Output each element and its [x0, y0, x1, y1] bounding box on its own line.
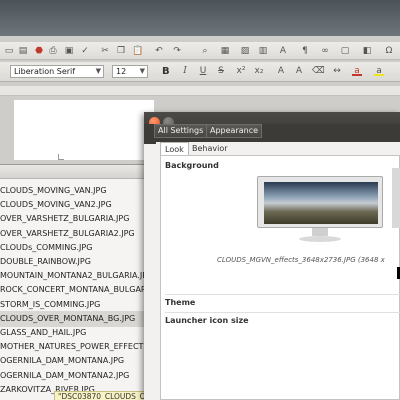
divider — [165, 312, 400, 313]
export-pdf-icon[interactable]: ⬣ — [34, 46, 44, 56]
tab-look[interactable]: Look — [160, 142, 189, 156]
settings-nav: All Settings Appearance — [144, 124, 400, 144]
monitor-stand — [312, 228, 328, 236]
outline-icon[interactable]: A — [294, 66, 304, 76]
standard-toolbar: ▭ ▤ ⬣ ⎙ ▣ ✓ ✂ ❐ 📋 ↶ ↷ ⌕ ▦ ▨ ▥ A ¶ ∞ ▢ ◧ … — [0, 42, 400, 60]
clear-format-icon[interactable]: ⌫ — [312, 66, 325, 76]
new-document-icon[interactable]: ▭ — [4, 46, 14, 56]
print-preview-icon[interactable]: ▣ — [64, 46, 74, 56]
undo-icon[interactable]: ↶ — [154, 46, 164, 56]
underline-icon[interactable]: U — [198, 66, 208, 76]
background-label: Background — [165, 161, 219, 170]
launcher-icon-size-label: Launcher icon size — [165, 316, 249, 325]
comment-icon[interactable]: ▢ — [340, 46, 350, 56]
highlight-icon[interactable]: a — [374, 66, 384, 76]
paste-icon[interactable]: 📋 — [132, 46, 143, 56]
chart-icon[interactable]: ▥ — [258, 46, 268, 56]
appearance-dialog: All Settings Appearance Look Behavior Ba… — [144, 112, 400, 400]
superscript-icon[interactable]: x² — [236, 66, 246, 76]
font-size-value: 12 — [116, 67, 127, 76]
chevron-down-icon[interactable]: ▼ — [140, 66, 145, 77]
monitor-icon — [257, 176, 383, 228]
monitor-base — [299, 236, 341, 242]
all-settings-button[interactable]: All Settings — [154, 124, 208, 138]
table-icon[interactable]: ▦ — [220, 46, 230, 56]
italic-icon[interactable]: I — [180, 66, 190, 76]
shadow-icon[interactable]: A — [276, 66, 286, 76]
font-color-icon[interactable]: a — [352, 66, 362, 76]
font-name-combo[interactable]: Liberation Serif ▼ — [10, 65, 104, 78]
tab-behavior[interactable]: Behavior — [188, 142, 232, 156]
look-panel: Background CLOUDS_MGVN_effects_3648x2736… — [160, 155, 400, 400]
font-name-value: Liberation Serif — [14, 67, 76, 76]
dialog-body: Look Behavior Background CLOUDS_MGVN_eff… — [156, 142, 400, 400]
wallpaper-preview — [257, 176, 383, 246]
pilcrow-icon[interactable]: ¶ — [300, 46, 310, 56]
spellcheck-icon[interactable]: ✓ — [80, 46, 90, 56]
divider — [165, 294, 400, 295]
font-size-combo[interactable]: 12 ▼ — [112, 65, 148, 78]
find-icon[interactable]: ⌕ — [200, 46, 210, 56]
document-page[interactable] — [14, 100, 154, 160]
strikethrough-icon[interactable]: S — [216, 66, 226, 76]
open-icon[interactable]: ▤ — [18, 46, 28, 56]
ruler — [0, 86, 400, 96]
textbox-icon[interactable]: A — [278, 46, 288, 56]
print-icon[interactable]: ⎙ — [48, 46, 58, 56]
redo-icon[interactable]: ↷ — [172, 46, 182, 56]
cut-icon[interactable]: ✂ — [100, 46, 110, 56]
subscript-icon[interactable]: x₂ — [254, 66, 264, 76]
copy-icon[interactable]: ❐ — [116, 46, 126, 56]
image-icon[interactable]: ▨ — [240, 46, 250, 56]
chevron-down-icon[interactable]: ▼ — [96, 66, 101, 77]
window-edge — [392, 168, 400, 228]
appearance-button[interactable]: Appearance — [206, 124, 263, 138]
wallpaper-select[interactable]: CLOUDS_MGVN_effects_3648x2736.JPG (3648 … — [217, 256, 385, 264]
bold-button[interactable]: B — [162, 66, 170, 77]
special-char-icon[interactable]: Ω — [384, 46, 394, 56]
track-changes-icon[interactable]: ◧ — [362, 46, 372, 56]
theme-label: Theme — [165, 298, 196, 307]
char-spacing-icon[interactable]: ↔ — [332, 66, 342, 76]
formatting-toolbar: Liberation Serif ▼ 12 ▼ B I U S x² x₂ A … — [0, 62, 400, 82]
hyperlink-icon[interactable]: ∞ — [320, 46, 330, 56]
wallpaper-thumbnail — [264, 182, 378, 224]
page-corner-mark — [58, 154, 64, 160]
